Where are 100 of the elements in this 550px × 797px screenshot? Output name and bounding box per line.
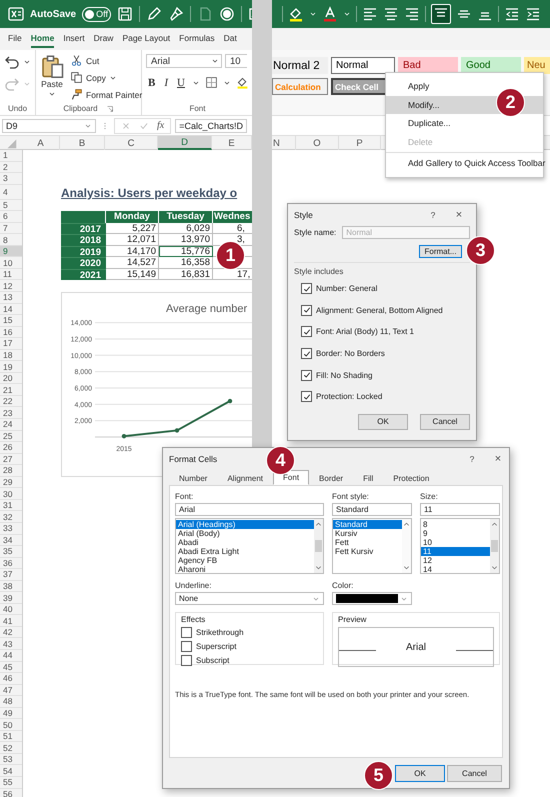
list-item[interactable]: 8: [421, 520, 490, 530]
scroll-up-icon[interactable]: [491, 521, 498, 528]
menu-tab[interactable]: Home: [30, 30, 54, 48]
checkbox[interactable]: [301, 326, 312, 338]
dialog-tab[interactable]: Protection: [383, 472, 440, 485]
checkbox[interactable]: [301, 391, 312, 402]
font-style-field[interactable]: Standard: [332, 503, 412, 516]
list-item[interactable]: Abadi Extra Light: [176, 547, 314, 556]
row-header[interactable]: 21: [0, 384, 22, 396]
row-header[interactable]: 3: [0, 173, 22, 185]
underline-button[interactable]: U: [175, 76, 187, 88]
row-header[interactable]: 52: [0, 742, 22, 754]
row-header[interactable]: 54: [0, 765, 22, 777]
menu-tab[interactable]: File: [8, 30, 22, 48]
caret-icon[interactable]: [222, 78, 231, 86]
row-header[interactable]: 43: [0, 638, 22, 650]
font-size-field[interactable]: 10: [225, 54, 247, 68]
list-item[interactable]: 12: [421, 556, 490, 566]
menu-tab[interactable]: Insert: [63, 30, 85, 48]
checkbox[interactable]: [301, 348, 312, 360]
row-header[interactable]: 20: [0, 372, 22, 384]
row-header[interactable]: 53: [0, 754, 22, 766]
row-header[interactable]: 28: [0, 465, 22, 477]
caret-icon[interactable]: [48, 90, 56, 98]
dialog-tab[interactable]: Number: [169, 472, 218, 485]
scrollbar[interactable]: [402, 519, 411, 573]
align-top-icon[interactable]: [431, 4, 451, 24]
record-icon[interactable]: [218, 6, 235, 22]
column-header[interactable]: D: [158, 136, 212, 150]
row-header[interactable]: 51: [0, 730, 22, 742]
row-header[interactable]: 14: [0, 304, 22, 316]
row-header[interactable]: 33: [0, 522, 22, 534]
fill-color-icon[interactable]: [288, 6, 304, 22]
cell-style[interactable]: Normal: [331, 57, 395, 74]
save-icon[interactable]: [116, 6, 133, 22]
row-header[interactable]: 9: [0, 246, 22, 258]
row-header[interactable]: 23: [0, 407, 22, 420]
color-dropdown[interactable]: [332, 592, 412, 605]
caret-icon[interactable]: [23, 58, 31, 66]
list-item[interactable]: Kursiv: [333, 529, 402, 538]
row-header[interactable]: 15: [0, 315, 22, 327]
name-box[interactable]: D9: [2, 118, 96, 132]
row-header[interactable]: 35: [0, 546, 22, 558]
row-header[interactable]: 18: [0, 350, 22, 362]
menu-tab[interactable]: Page Layout: [122, 30, 170, 48]
autosave-toggle[interactable]: Off: [82, 6, 111, 22]
row-header[interactable]: 7: [0, 222, 22, 234]
ok-button[interactable]: OK: [395, 764, 445, 782]
list-item[interactable]: Agency FB: [176, 556, 314, 566]
row-header[interactable]: 1: [0, 150, 22, 162]
row-header[interactable]: 40: [0, 604, 22, 616]
help-button[interactable]: ?: [457, 454, 487, 464]
insert-function-button[interactable]: fx: [157, 120, 164, 131]
font-name-field[interactable]: Arial: [146, 54, 222, 68]
row-header[interactable]: 10: [0, 257, 22, 269]
row-header[interactable]: 32: [0, 511, 22, 523]
format-button[interactable]: Format...: [419, 245, 462, 258]
list-item[interactable]: Fett: [333, 538, 402, 548]
brush-icon[interactable]: [168, 6, 184, 22]
row-header[interactable]: 2: [0, 162, 22, 174]
column-header[interactable]: P: [339, 136, 381, 150]
row-header[interactable]: 34: [0, 534, 22, 546]
menu-tab[interactable]: Formulas: [179, 30, 215, 48]
row-header[interactable]: 39: [0, 592, 22, 604]
row-header[interactable]: 38: [0, 580, 22, 592]
row-header[interactable]: 26: [0, 442, 22, 454]
size-field[interactable]: 11: [420, 503, 500, 516]
caret-icon[interactable]: [192, 78, 200, 86]
checkbox[interactable]: [181, 641, 192, 652]
help-button[interactable]: ?: [418, 210, 448, 220]
scrollbar[interactable]: [314, 519, 323, 573]
font-field[interactable]: Arial: [175, 503, 324, 516]
size-list[interactable]: 8 9 10 11 12 14: [420, 518, 500, 574]
list-item[interactable]: 11: [421, 547, 490, 556]
cell-style[interactable]: Normal 2: [272, 57, 328, 74]
row-header[interactable]: 6: [0, 211, 22, 223]
pen-icon[interactable]: [146, 6, 162, 22]
font-style-list[interactable]: Standard Kursiv Fett Fett Kursiv: [332, 518, 412, 574]
row-header[interactable]: 11: [0, 268, 22, 280]
fill-color-icon[interactable]: [236, 76, 249, 89]
paste-button[interactable]: Paste: [40, 54, 64, 104]
row-header[interactable]: 25: [0, 430, 22, 442]
borders-icon[interactable]: [204, 76, 218, 89]
row-header[interactable]: 49: [0, 708, 22, 720]
scroll-up-icon[interactable]: [315, 521, 322, 528]
row-header[interactable]: 13: [0, 292, 22, 304]
list-item[interactable]: Arial (Body): [176, 529, 314, 538]
scroll-down-icon[interactable]: [315, 564, 322, 571]
menu-tab[interactable]: Draw: [94, 30, 114, 48]
column-header[interactable]: O: [296, 136, 339, 150]
column-header[interactable]: B: [60, 136, 105, 150]
scroll-down-icon[interactable]: [403, 564, 410, 571]
dialog-tab[interactable]: Alignment: [217, 472, 274, 485]
copy-button[interactable]: Copy: [70, 71, 142, 84]
row-header[interactable]: 37: [0, 569, 22, 581]
font-list[interactable]: Arial (Headings) Arial (Body) Abadi Abadi Extra Light Agency FB Aharoni: [175, 518, 324, 574]
menu-item[interactable]: Add Gallery to Quick Access Toolbar: [386, 154, 543, 172]
checkbox[interactable]: [181, 655, 192, 666]
dialog-tab[interactable]: Fill: [353, 472, 384, 485]
row-header[interactable]: 17: [0, 338, 22, 350]
